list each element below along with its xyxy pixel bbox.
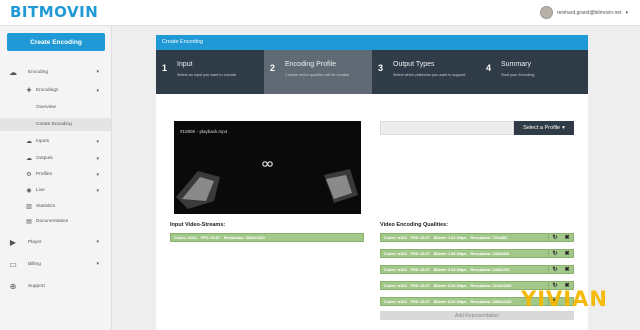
gears-icon: ⚙: [26, 172, 32, 178]
close-icon[interactable]: ✖: [564, 266, 569, 273]
step-output-types[interactable]: 3 Output Types Select which platforms yo…: [372, 50, 480, 94]
document-icon: ▤: [26, 219, 32, 225]
wizard-steps: 1 Input Select an input you want to enco…: [156, 50, 588, 94]
quality-actions: ↻ ✖: [549, 249, 574, 258]
sidebar-item-live[interactable]: ◉ Live ▾: [0, 185, 111, 196]
step-number: 4: [486, 63, 492, 73]
add-representation-button[interactable]: Add Representation: [380, 311, 574, 320]
top-bar: BITMOVIN reinhard.grand@bitmovin.net ▾: [0, 0, 640, 26]
select-profile-button[interactable]: Select a Profile ▾: [514, 121, 574, 135]
chevron-down-icon: ▾: [96, 138, 99, 145]
video-title: #1080K - playback.mp4: [180, 129, 228, 134]
cloud-upload-icon: ☁: [26, 139, 32, 145]
step-description: Select an input you want to encode: [177, 73, 237, 77]
step-number: 1: [162, 63, 168, 73]
input-streams-label: Input Video-Streams:: [170, 222, 226, 228]
panel-title: Create Encoding: [156, 35, 588, 50]
sidebar-item-support[interactable]: ⊕ Support: [0, 279, 111, 293]
input-stream-row[interactable]: Codec: h264 FPS: 29.97 Resolution: 3840x…: [170, 233, 364, 242]
close-icon[interactable]: ✖: [564, 250, 569, 257]
sidebar-item-statistics[interactable]: ▥ Statistics: [0, 201, 111, 212]
sidebar-item-encodings[interactable]: ✚ Encodings ▾: [0, 85, 111, 96]
quality-info: Codec: h264 FPS: 29.97 Bitrate: 1.50 Mbp…: [380, 249, 549, 258]
sidebar-item-billing[interactable]: ▭ Billing ▾: [0, 257, 111, 271]
chevron-down-icon: ▾: [562, 125, 565, 131]
chevron-down-icon: ▾: [96, 155, 99, 162]
step-summary[interactable]: 4 Summary Start your Encoding: [480, 50, 588, 94]
user-email[interactable]: reinhard.grand@bitmovin.net: [557, 10, 622, 16]
play-icon: ▶: [9, 237, 17, 247]
cloud-download-icon: ☁: [26, 156, 32, 162]
chevron-down-icon: ▾: [96, 239, 99, 245]
create-encoding-button[interactable]: Create Encoding: [7, 33, 105, 51]
sidebar-item-profiles[interactable]: ⚙ Profiles ▾: [0, 169, 111, 180]
quality-row: Codec: h264 FPS: 29.97 Bitrate: 1.50 Mbp…: [380, 249, 574, 258]
chevron-down-icon: ▾: [96, 87, 99, 94]
bar-chart-icon: ▥: [26, 204, 32, 210]
user-menu[interactable]: reinhard.grand@bitmovin.net ▾: [539, 6, 628, 19]
sidebar-item-inputs[interactable]: ☁ Inputs ▾: [0, 136, 111, 147]
video-player[interactable]: #1080K - playback.mp4: [174, 121, 361, 214]
sidebar-item-encoding[interactable]: ☁ Encoding ▾: [0, 65, 111, 79]
chevron-down-icon: ▾: [96, 187, 99, 194]
sidebar-item-documentation[interactable]: ▤ Documentation: [0, 216, 111, 227]
avatar[interactable]: [539, 6, 553, 19]
edit-icon[interactable]: ↻: [552, 234, 557, 241]
card-icon: ▭: [9, 259, 17, 269]
lifebuoy-icon: ⊕: [9, 281, 17, 291]
sidebar-item-outputs[interactable]: ☁ Outputs ▾: [0, 153, 111, 164]
brand-logo[interactable]: BITMOVIN: [10, 3, 98, 21]
step-title: Summary: [501, 61, 531, 68]
step-input[interactable]: 1 Input Select an input you want to enco…: [156, 50, 264, 94]
quality-row: Codec: h264 FPS: 29.97 Bitrate: 1.00 Mbp…: [380, 233, 574, 242]
plus-icon: ✚: [26, 88, 32, 94]
close-icon[interactable]: ✖: [564, 234, 569, 241]
step-title: Output Types: [393, 61, 435, 68]
sidebar: Create Encoding ☁ Encoding ▾ ✚ Encodings…: [0, 26, 112, 330]
sidebar-item-overview[interactable]: Overview: [0, 102, 111, 113]
step-encoding-profile[interactable]: 2 Encoding Profile Choose which qualitie…: [264, 50, 372, 94]
quality-info: Codec: h264 FPS: 29.97 Bitrate: 3.00 Mbp…: [380, 265, 549, 274]
quality-actions: ↻ ✖: [549, 233, 574, 242]
quality-row: Codec: h264 FPS: 29.97 Bitrate: 3.00 Mbp…: [380, 265, 574, 274]
step-description: Choose which qualities will be created: [285, 73, 350, 77]
edit-icon[interactable]: ↻: [552, 250, 557, 257]
quality-info: Codec: h264 FPS: 29.97 Bitrate: 1.00 Mbp…: [380, 233, 549, 242]
video-frame: [176, 161, 358, 209]
step-description: Start your Encoding: [501, 73, 535, 77]
chevron-down-icon[interactable]: ▾: [625, 10, 628, 16]
chevron-down-icon: ▾: [96, 261, 99, 267]
create-encoding-panel: Create Encoding 1 Input Select an input …: [156, 35, 588, 330]
step-number: 3: [378, 63, 384, 73]
step-description: Select which platforms you want to suppo…: [393, 73, 466, 77]
watermark-logo: YIVIAN: [521, 287, 608, 311]
step-title: Input: [177, 61, 193, 68]
profile-input[interactable]: [380, 121, 514, 135]
cloud-icon: ☁: [9, 67, 17, 77]
live-icon: ◉: [26, 188, 32, 194]
sidebar-item-player[interactable]: ▶ Player ▾: [0, 235, 111, 249]
sidebar-item-create-encoding[interactable]: Create Encoding: [0, 118, 111, 131]
step-title: Encoding Profile: [285, 61, 336, 68]
quality-actions: ↻ ✖: [549, 265, 574, 274]
step-number: 2: [270, 63, 276, 73]
chevron-down-icon: ▾: [96, 171, 99, 178]
chevron-down-icon: ▾: [96, 69, 99, 75]
edit-icon[interactable]: ↻: [552, 266, 557, 273]
encoding-qualities-label: Video Encoding Qualities:: [380, 222, 449, 228]
